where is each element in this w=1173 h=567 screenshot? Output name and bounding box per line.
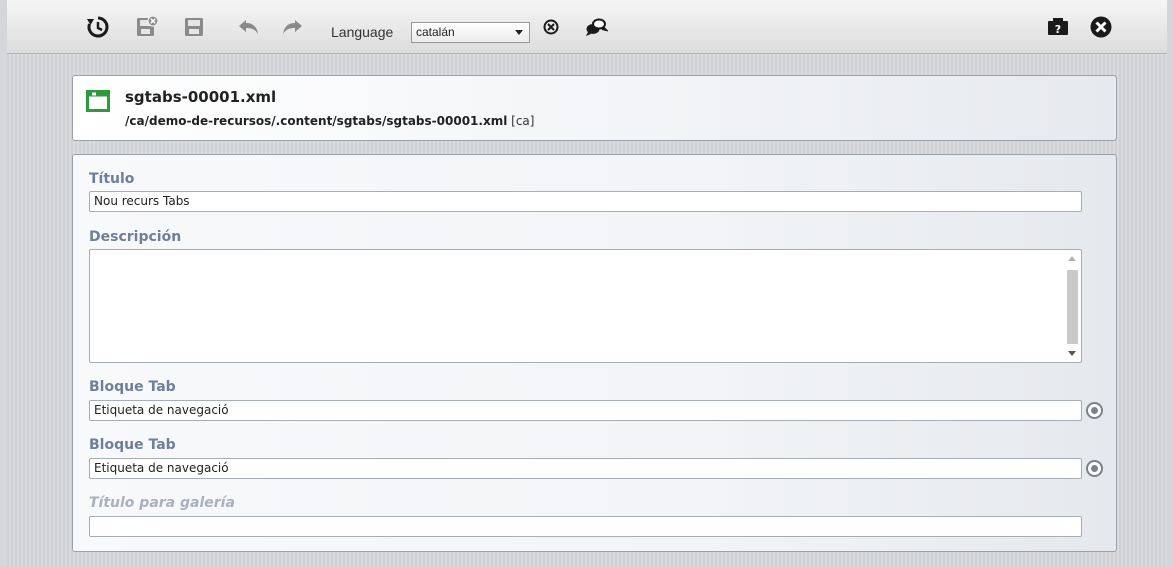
resource-path-text: /ca/demo-de-recursos/.content/sgtabs/sgt… [125,114,508,128]
close-icon[interactable] [1087,13,1115,41]
descripcion-scrollbar[interactable] [1065,252,1079,360]
bloque-tab-input-1[interactable]: Etiqueta de navegació [89,400,1082,421]
resource-title: sgtabs-00001.xml [125,88,277,106]
redo-icon[interactable] [278,13,306,41]
scroll-up-icon[interactable] [1068,256,1076,261]
compare-locales-icon[interactable] [582,13,610,41]
language-select-value: catalán [416,25,455,39]
delete-locale-icon[interactable] [537,13,565,41]
bloque-tab-label-2: Bloque Tab [89,437,176,453]
chevron-down-icon [515,30,523,35]
descripcion-label: Descripción [89,229,182,245]
language-select[interactable]: catalán [411,22,530,43]
scroll-thumb[interactable] [1067,270,1078,344]
help-icon[interactable]: ? [1044,13,1072,41]
descripcion-textarea[interactable] [89,249,1082,363]
galeria-input[interactable] [89,516,1082,537]
bloque-tab-options-1[interactable] [1086,402,1103,419]
history-icon[interactable] [84,13,112,41]
svg-text:?: ? [1055,23,1061,36]
titulo-input[interactable]: Nou recurs Tabs [89,191,1082,212]
file-icon [86,90,110,112]
language-label: Language [331,24,394,40]
save-icon[interactable] [180,13,208,41]
bloque-tab-options-2[interactable] [1086,460,1103,477]
undo-icon[interactable] [235,13,263,41]
save-exit-icon[interactable] [133,13,161,41]
bloque-tab-input-2[interactable]: Etiqueta de navegació [89,458,1082,479]
titulo-label: Título [89,171,135,187]
editor-toolbar: Language catalán ? [7,0,1167,54]
resource-locale: [ca] [511,114,535,128]
bloque-tab-label-1: Bloque Tab [89,379,176,395]
content-form: Título Nou recurs Tabs Descripción Bloqu… [72,154,1117,552]
resource-path: /ca/demo-de-recursos/.content/sgtabs/sgt… [125,114,534,128]
resource-header: sgtabs-00001.xml /ca/demo-de-recursos/.c… [72,75,1117,141]
galeria-label: Título para galería [89,495,235,511]
scroll-down-icon[interactable] [1068,351,1076,356]
